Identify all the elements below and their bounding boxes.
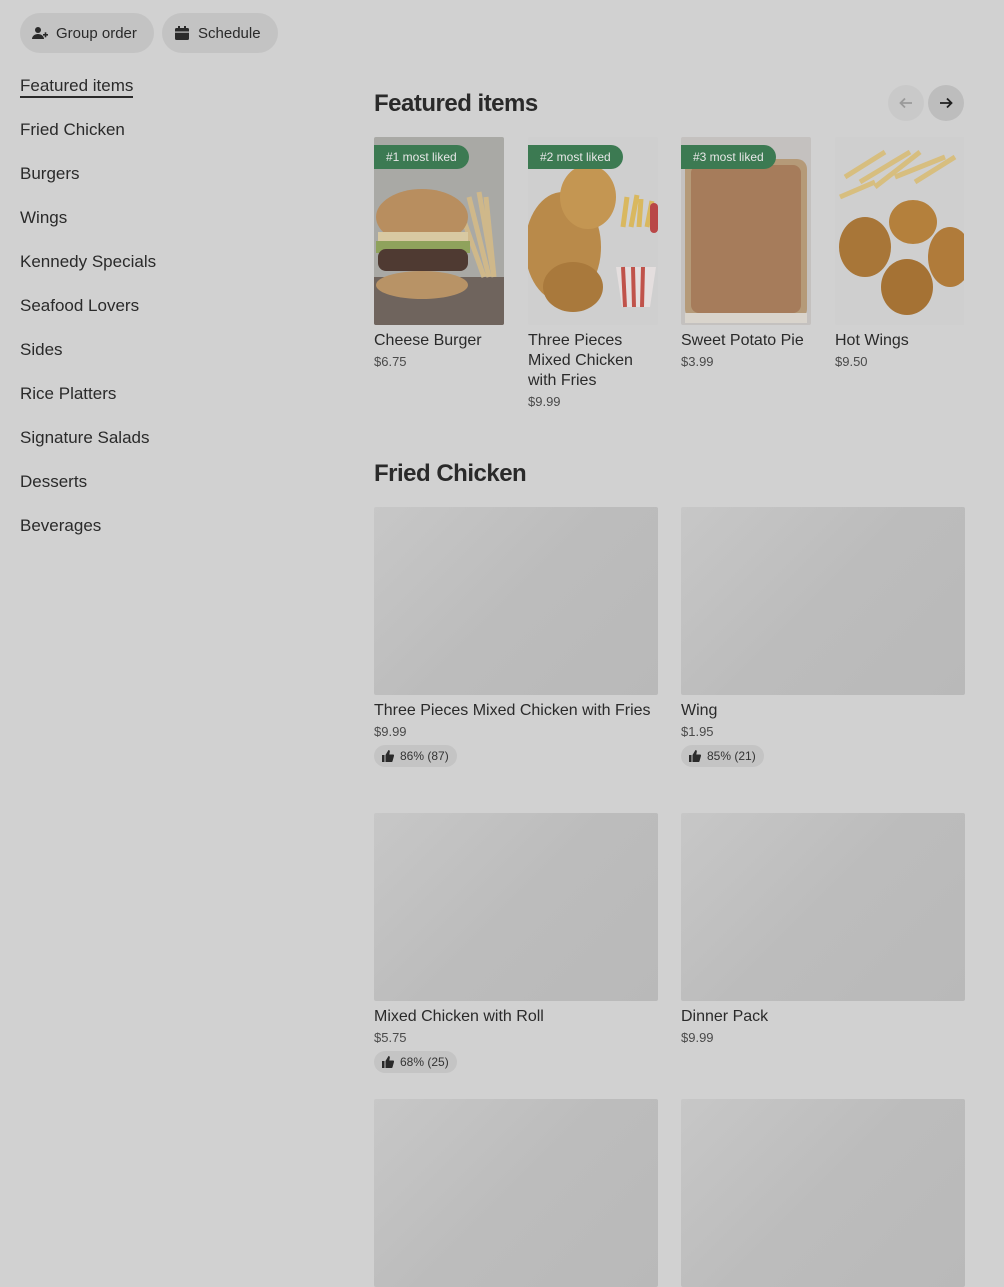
arrow-right-icon (940, 97, 953, 109)
fried-chicken-fries-photo: #2 most liked (528, 137, 658, 325)
menu-item-price: $1.95 (681, 724, 714, 739)
menu-item-name: Dinner Pack (681, 1008, 769, 1025)
featured-item-price: $9.99 (528, 394, 561, 409)
sidebar-item-kennedy-specials[interactable]: Kennedy Specials (20, 250, 320, 294)
featured-item-name: Sweet Potato Pie (681, 332, 804, 349)
sidebar-item-desserts[interactable]: Desserts (20, 470, 320, 514)
sidebar-item-wings[interactable]: Wings (20, 206, 320, 250)
menu-item-image-placeholder (374, 1099, 658, 1287)
most-liked-badge: #1 most liked (374, 145, 469, 169)
sidebar-item-burgers[interactable]: Burgers (20, 162, 320, 206)
menu-item-card[interactable]: Wing $1.95 85% (21) (681, 507, 965, 767)
cheese-burger-photo: #1 most liked (374, 137, 504, 325)
featured-item-name: Three Pieces Mixed Chicken with Fries (528, 332, 633, 389)
sidebar-item-sides[interactable]: Sides (20, 338, 320, 382)
menu-item-name: Three Pieces Mixed Chicken with Fries (374, 702, 651, 719)
menu-item-card[interactable] (374, 1099, 658, 1287)
rating-badge: 85% (21) (681, 745, 764, 767)
menu-item-image-placeholder (681, 507, 965, 695)
sweet-potato-pie-photo: #3 most liked (681, 137, 811, 325)
menu-item-card[interactable]: Mixed Chicken with Roll $5.75 68% (25) (374, 813, 658, 1073)
sidebar-item-rice-platters[interactable]: Rice Platters (20, 382, 320, 426)
rating-badge: 68% (25) (374, 1051, 457, 1073)
featured-item-price: $9.50 (835, 354, 868, 369)
schedule-button[interactable]: Schedule (162, 13, 278, 53)
menu-item-price: $5.75 (374, 1030, 407, 1045)
featured-item-price: $3.99 (681, 354, 714, 369)
menu-item-name: Mixed Chicken with Roll (374, 1008, 544, 1025)
rating-badge: 86% (87) (374, 745, 457, 767)
featured-item-card[interactable]: #3 most liked Sweet Potato Pie $3.99 (681, 137, 811, 369)
sidebar-item-featured-items[interactable]: Featured items (20, 74, 320, 118)
menu-item-card[interactable]: Dinner Pack $9.99 (681, 813, 965, 1045)
menu-item-price: $9.99 (681, 1030, 714, 1045)
sidebar-item-beverages[interactable]: Beverages (20, 514, 320, 558)
featured-section-title: Featured items (374, 90, 538, 117)
group-order-button[interactable]: Group order (20, 13, 154, 53)
sidebar-item-fried-chicken[interactable]: Fried Chicken (20, 118, 320, 162)
menu-item-image-placeholder (374, 507, 658, 695)
sidebar-item-seafood-lovers[interactable]: Seafood Lovers (20, 294, 320, 338)
arrow-left-icon (899, 97, 912, 109)
calendar-icon (174, 25, 190, 41)
thumbs-up-icon (689, 750, 701, 762)
featured-item-card[interactable]: Hot Wings $9.50 (835, 137, 964, 369)
featured-item-name: Cheese Burger (374, 332, 482, 349)
schedule-label: Schedule (198, 24, 261, 42)
menu-item-card[interactable]: Three Pieces Mixed Chicken with Fries $9… (374, 507, 658, 767)
group-order-label: Group order (56, 24, 137, 42)
most-liked-badge: #2 most liked (528, 145, 623, 169)
featured-carousel: #1 most liked Cheese Burger $6.75 #2 mos… (374, 137, 964, 427)
hot-wings-photo (835, 137, 964, 325)
most-liked-badge: #3 most liked (681, 145, 776, 169)
menu-item-card[interactable] (681, 1099, 965, 1287)
menu-item-image-placeholder (374, 813, 658, 1001)
thumbs-up-icon (382, 750, 394, 762)
sidebar-item-signature-salads[interactable]: Signature Salads (20, 426, 320, 470)
rating-value: 85% (21) (707, 749, 756, 763)
category-sidebar: Featured items Fried Chicken Burgers Win… (20, 74, 320, 558)
add-person-icon (32, 25, 48, 41)
featured-item-name: Hot Wings (835, 332, 909, 349)
rating-value: 86% (87) (400, 749, 449, 763)
menu-item-image-placeholder (681, 1099, 965, 1287)
featured-item-price: $6.75 (374, 354, 407, 369)
rating-value: 68% (25) (400, 1055, 449, 1069)
carousel-next-button[interactable] (928, 85, 964, 121)
fried-chicken-section-title: Fried Chicken (374, 460, 527, 487)
featured-item-card[interactable]: #2 most liked Three Pieces Mixed Chicken… (528, 137, 658, 409)
menu-item-image-placeholder (681, 813, 965, 1001)
menu-item-name: Wing (681, 702, 718, 719)
featured-item-card[interactable]: #1 most liked Cheese Burger $6.75 (374, 137, 504, 369)
thumbs-up-icon (382, 1056, 394, 1068)
menu-item-price: $9.99 (374, 724, 407, 739)
carousel-prev-button[interactable] (888, 85, 924, 121)
